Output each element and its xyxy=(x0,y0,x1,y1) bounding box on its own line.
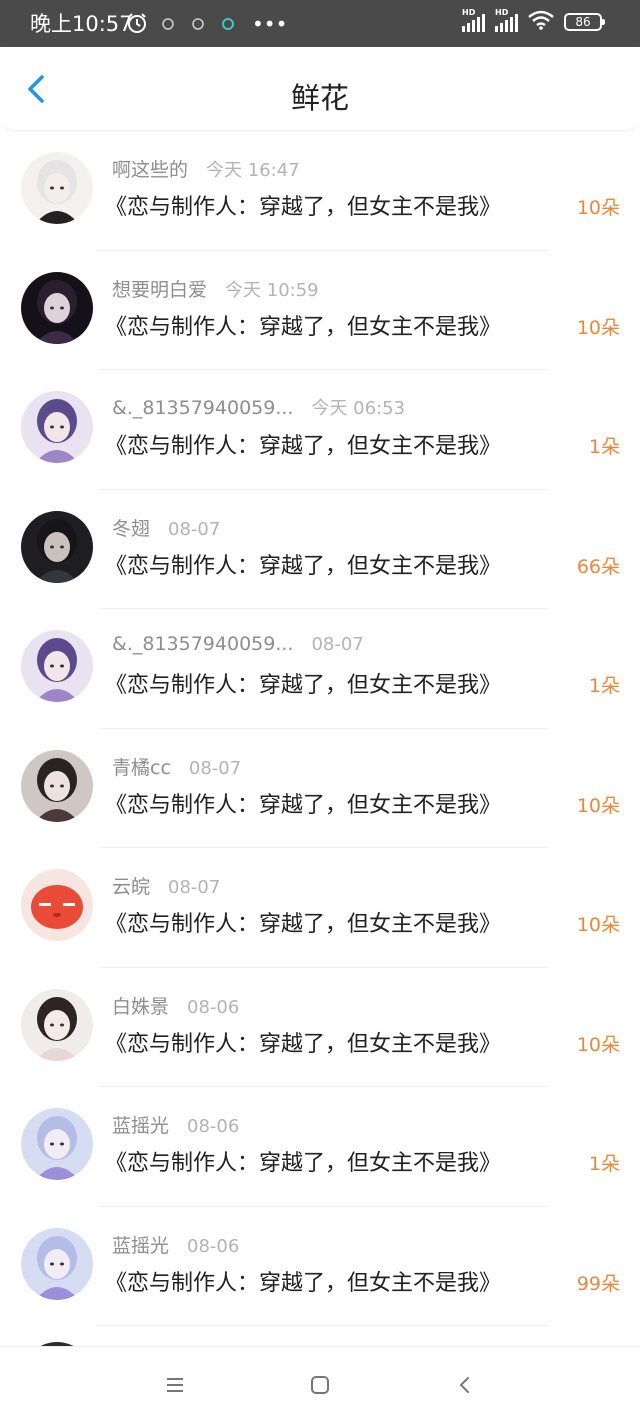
signal-icon: HD xyxy=(462,8,485,32)
book-title: 《恋与制作人：穿越了，但女主不是我》 xyxy=(105,314,502,340)
list-item[interactable]: 冬翅 08-07 《恋与制作人：穿越了，但女主不是我》 66朵 xyxy=(0,490,640,609)
signal-hd-label: HD xyxy=(495,8,509,17)
flower-count: 10朵 xyxy=(576,316,620,339)
signal-hd-label: HD xyxy=(462,8,476,17)
timestamp: 08-07 xyxy=(188,757,242,779)
timestamp: 今天 16:47 xyxy=(206,160,300,181)
list-item[interactable]: 白姝景 08-06 《恋与制作人：穿越了，但女主不是我》 10朵 xyxy=(0,968,640,1087)
avatar[interactable] xyxy=(21,271,93,344)
list-item-meta: &._81357940059... 08-07 xyxy=(112,633,364,655)
back-icon xyxy=(459,1377,469,1393)
menu-button[interactable] xyxy=(163,1373,187,1397)
book-title: 《恋与制作人：穿越了，但女主不是我》 xyxy=(105,195,502,220)
notification-icon xyxy=(160,16,176,36)
status-bar: 晚上10:57 ••• HD HD 86 xyxy=(0,0,640,47)
flower-count: 1朵 xyxy=(588,436,620,458)
list-item[interactable]: 蓝摇光 08-06 《恋与制作人：穿越了，但女主不是我》 1朵 xyxy=(0,1087,640,1207)
list-item-meta: &._81357940059... 今天 06:53 xyxy=(112,394,405,420)
user-name[interactable]: &._81357940059... xyxy=(112,633,293,655)
wifi-icon xyxy=(528,10,554,34)
list-item-meta: 云皖 08-07 xyxy=(112,872,220,899)
list-item-meta: 蓝摇光 08-06 xyxy=(112,1231,239,1258)
list-item[interactable]: 青橘cc 08-07 《恋与制作人：穿越了，但女主不是我》 10朵 xyxy=(0,729,640,848)
timestamp: 08-06 xyxy=(187,1116,240,1137)
book-title: 《恋与制作人：穿越了，但女主不是我》 xyxy=(105,1031,502,1057)
user-name[interactable]: &._81357940059... xyxy=(112,397,293,419)
user-name[interactable]: 啊这些的 xyxy=(112,155,188,182)
notification-icon xyxy=(190,16,206,36)
back-nav-button[interactable] xyxy=(453,1373,477,1397)
avatar[interactable] xyxy=(21,152,93,224)
flower-count: 1朵 xyxy=(588,675,620,697)
user-name[interactable]: 冬翅 xyxy=(112,514,150,541)
timestamp: 08-07 xyxy=(168,877,221,898)
flower-count: 10朵 xyxy=(576,1033,620,1056)
list-item[interactable]: 啊这些的 今天 16:47 《恋与制作人：穿越了，但女主不是我》 10朵 xyxy=(0,131,640,251)
list-item-meta: 冬翅 08-07 xyxy=(112,514,220,541)
flower-count: 66朵 xyxy=(576,555,620,578)
home-icon xyxy=(311,1376,329,1394)
alarm-icon xyxy=(126,12,148,38)
list-item[interactable]: &._81357940059... 今天 06:53 《恋与制作人：穿越了，但女… xyxy=(0,370,640,490)
list-item[interactable]: 蓝摇光 08-06 《恋与制作人：穿越了，但女主不是我》 99朵 xyxy=(0,1207,640,1326)
flower-count: 10朵 xyxy=(576,914,620,936)
avatar[interactable] xyxy=(21,988,93,1061)
user-name[interactable]: 云皖 xyxy=(112,872,150,899)
signal-icon: HD xyxy=(495,8,518,32)
more-dots-icon: ••• xyxy=(252,12,288,36)
avatar[interactable] xyxy=(21,749,93,822)
list-item-meta: 白姝景 08-06 xyxy=(112,992,239,1019)
avatar[interactable] xyxy=(21,869,93,941)
status-time: 晚上10:57 xyxy=(30,12,133,36)
system-nav-bar xyxy=(0,1346,640,1422)
list-item[interactable]: 云皖 08-07 《恋与制作人：穿越了，但女主不是我》 10朵 xyxy=(0,848,640,968)
battery-icon: 86 xyxy=(564,13,605,31)
user-name[interactable]: 白姝景 xyxy=(112,992,169,1019)
avatar[interactable] xyxy=(21,630,93,702)
list-item-meta: 想要明白爱 今天 10:59 xyxy=(112,275,319,302)
list-item[interactable]: &._81357940059... 08-07 《恋与制作人：穿越了，但女主不是… xyxy=(0,609,640,729)
timestamp: 08-07 xyxy=(168,518,221,540)
flower-count: 1朵 xyxy=(588,1153,620,1175)
flower-list: 啊这些的 今天 16:47 《恋与制作人：穿越了，但女主不是我》 10朵 想要明… xyxy=(0,131,640,1326)
home-button[interactable] xyxy=(308,1373,332,1397)
book-title: 《恋与制作人：穿越了，但女主不是我》 xyxy=(105,1270,502,1296)
list-item-meta: 蓝摇光 08-06 xyxy=(112,1111,239,1138)
timestamp: 08-06 xyxy=(187,1235,240,1257)
user-name[interactable]: 蓝摇光 xyxy=(112,1111,169,1138)
flower-count: 10朵 xyxy=(576,794,620,817)
book-title: 《恋与制作人：穿越了，但女主不是我》 xyxy=(105,912,502,937)
timestamp: 08-07 xyxy=(311,634,364,655)
timestamp: 今天 10:59 xyxy=(225,279,319,301)
timestamp: 今天 06:53 xyxy=(311,398,406,419)
menu-icon xyxy=(167,1378,183,1392)
flower-count: 10朵 xyxy=(576,197,620,219)
page-title: 鲜花 xyxy=(290,81,349,115)
avatar[interactable] xyxy=(21,1108,93,1180)
flower-count: 99朵 xyxy=(576,1272,620,1295)
avatar[interactable] xyxy=(21,510,93,583)
user-name[interactable]: 想要明白爱 xyxy=(112,275,207,302)
user-name[interactable]: 青橘cc xyxy=(112,753,171,780)
book-title: 《恋与制作人：穿越了，但女主不是我》 xyxy=(105,792,502,818)
header: 鲜花 xyxy=(0,47,640,131)
book-title: 《恋与制作人：穿越了，但女主不是我》 xyxy=(105,434,502,459)
list-item-partial xyxy=(0,1326,640,1346)
timestamp: 08-06 xyxy=(187,996,240,1018)
book-title: 《恋与制作人：穿越了，但女主不是我》 xyxy=(105,673,502,698)
list-item[interactable]: 想要明白爱 今天 10:59 《恋与制作人：穿越了，但女主不是我》 10朵 xyxy=(0,251,640,370)
notification-icon xyxy=(220,16,236,36)
avatar[interactable] xyxy=(21,1227,93,1300)
list-item-meta: 啊这些的 今天 16:47 xyxy=(112,155,300,182)
user-name[interactable]: 蓝摇光 xyxy=(112,1231,169,1258)
list-item-meta: 青橘cc 08-07 xyxy=(112,753,241,780)
avatar[interactable] xyxy=(21,391,93,463)
book-title: 《恋与制作人：穿越了，但女主不是我》 xyxy=(105,1151,502,1176)
book-title: 《恋与制作人：穿越了，但女主不是我》 xyxy=(105,553,502,579)
